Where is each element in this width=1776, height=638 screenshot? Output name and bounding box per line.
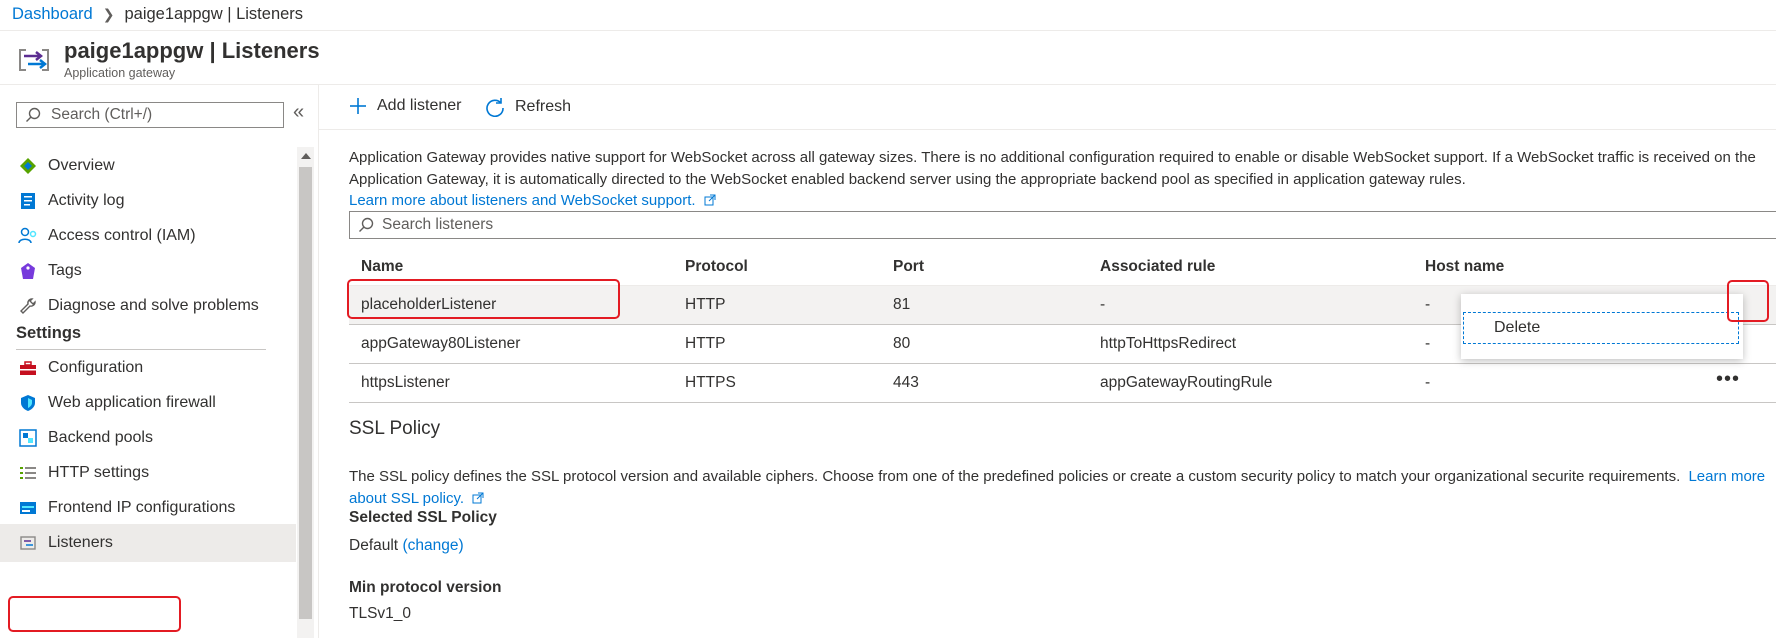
highlight-more-actions — [1727, 280, 1769, 322]
sidebar-item-diagnose[interactable]: Diagnose and solve problems — [0, 287, 296, 325]
sidebar-item-label: Activity log — [48, 192, 125, 209]
search-icon — [359, 217, 374, 232]
list-settings-icon — [18, 463, 38, 483]
column-header-protocol[interactable]: Protocol — [673, 249, 881, 286]
cell-port: 80 — [881, 324, 1088, 364]
cell-rule: appGatewayRoutingRule — [1088, 363, 1413, 403]
wrench-icon — [18, 296, 38, 316]
application-gateway-icon — [19, 48, 49, 72]
websocket-learn-more-link[interactable]: Learn more about listeners and WebSocket… — [349, 192, 696, 209]
sidebar-item-configuration[interactable]: Configuration — [0, 349, 296, 387]
sidebar-search-input[interactable]: Search (Ctrl+/) — [16, 102, 284, 128]
overview-icon — [18, 156, 38, 176]
sidebar-item-label: Listeners — [48, 534, 113, 551]
scrollbar-thumb[interactable] — [299, 167, 312, 619]
sidebar-item-label: Diagnose and solve problems — [48, 297, 259, 314]
change-ssl-policy-link[interactable]: (change) — [402, 537, 463, 554]
row-context-menu: Delete — [1461, 294, 1743, 359]
breadcrumb: Dashboard ❯ paige1appgw | Listeners — [12, 5, 303, 24]
cell-name[interactable]: httpsListener — [349, 363, 673, 403]
sidebar-item-label: Tags — [48, 262, 82, 279]
sidebar-item-listeners[interactable]: Listeners — [0, 524, 296, 562]
sidebar-item-access-control[interactable]: Access control (IAM) — [0, 217, 296, 255]
add-listener-button[interactable]: Add listener — [349, 97, 462, 115]
highlight-listeners-nav — [8, 596, 181, 632]
delete-menu-item[interactable]: Delete — [1463, 312, 1739, 344]
cell-rule: httpToHttpsRedirect — [1088, 324, 1413, 364]
table-row[interactable]: httpsListener HTTPS 443 appGatewayRoutin… — [349, 363, 1776, 403]
main-content: Add listener Refresh Application Gateway… — [319, 85, 1776, 638]
cell-port: 81 — [881, 285, 1088, 325]
cell-name[interactable]: appGateway80Listener — [349, 324, 673, 364]
page-header: paige1appgw | Listeners Application gate… — [16, 36, 320, 80]
scroll-up-icon[interactable] — [301, 153, 311, 159]
search-icon — [26, 107, 41, 122]
column-header-associated-rule[interactable]: Associated rule — [1088, 249, 1413, 286]
iam-icon — [18, 226, 38, 246]
column-header-port[interactable]: Port — [881, 249, 1088, 286]
column-header-host-name[interactable]: Host name — [1413, 249, 1776, 286]
sidebar-item-overview[interactable]: Overview — [0, 147, 296, 185]
toolbox-icon — [18, 358, 38, 378]
ssl-policy-description: The SSL policy defines the SSL protocol … — [349, 466, 1769, 509]
backend-pools-icon — [18, 428, 38, 448]
more-actions-button[interactable]: ••• — [1716, 368, 1740, 391]
sidebar-item-waf[interactable]: Web application firewall — [0, 384, 296, 422]
chevron-right-icon: ❯ — [102, 6, 115, 22]
page-subtitle: Application gateway — [64, 66, 176, 80]
cell-protocol: HTTP — [673, 285, 881, 325]
sidebar-item-tags[interactable]: Tags — [0, 252, 296, 290]
sidebar-scrollbar[interactable] — [297, 147, 314, 638]
websocket-info: Application Gateway provides native supp… — [349, 147, 1776, 212]
websocket-info-text: Application Gateway provides native supp… — [349, 149, 1756, 188]
listener-icon — [18, 533, 38, 553]
sidebar-item-backend-pools[interactable]: Backend pools — [0, 419, 296, 457]
divider — [0, 30, 1776, 31]
search-listeners-placeholder: Search listeners — [382, 216, 494, 233]
frontend-ip-icon — [18, 498, 38, 518]
shield-icon — [18, 393, 38, 413]
sidebar-item-label: HTTP settings — [48, 464, 150, 481]
sidebar: Search (Ctrl+/) « Overview Activity log … — [0, 85, 319, 638]
cell-port: 443 — [881, 363, 1088, 403]
selected-ssl-policy-label: Selected SSL Policy — [349, 509, 497, 526]
command-bar: Add listener Refresh — [319, 85, 1776, 130]
activity-log-icon — [18, 191, 38, 211]
add-listener-label: Add listener — [377, 97, 462, 114]
plus-icon — [350, 98, 366, 114]
selected-ssl-policy-text: Default — [349, 537, 399, 554]
external-link-icon — [472, 492, 484, 503]
sidebar-item-label: Overview — [48, 157, 115, 174]
breadcrumb-dashboard-link[interactable]: Dashboard — [12, 5, 93, 24]
refresh-icon — [486, 98, 504, 117]
ssl-policy-heading: SSL Policy — [349, 418, 441, 439]
refresh-button[interactable]: Refresh — [485, 97, 571, 117]
cell-protocol: HTTP — [673, 324, 881, 364]
sidebar-item-label: Web application firewall — [48, 394, 216, 411]
selected-ssl-policy-value: Default (change) — [349, 537, 464, 555]
settings-section-title: Settings — [16, 324, 82, 342]
sidebar-item-http-settings[interactable]: HTTP settings — [0, 454, 296, 492]
highlight-placeholder-listener — [347, 279, 620, 319]
sidebar-item-label: Backend pools — [48, 429, 153, 446]
sidebar-item-label: Access control (IAM) — [48, 227, 196, 244]
sidebar-item-activity-log[interactable]: Activity log — [0, 182, 296, 220]
min-protocol-version-label: Min protocol version — [349, 579, 502, 596]
ssl-policy-description-text: The SSL policy defines the SSL protocol … — [349, 468, 1681, 485]
cell-protocol: HTTPS — [673, 363, 881, 403]
sidebar-item-frontend-ip[interactable]: Frontend IP configurations — [0, 489, 296, 527]
cell-rule: - — [1088, 285, 1413, 325]
search-listeners-input[interactable]: Search listeners — [349, 211, 1776, 239]
sidebar-search-placeholder: Search (Ctrl+/) — [51, 106, 153, 123]
tag-icon — [18, 261, 38, 281]
refresh-label: Refresh — [515, 98, 572, 115]
min-protocol-version-value: TLSv1_0 — [349, 605, 412, 622]
external-link-icon — [704, 194, 716, 206]
sidebar-item-label: Frontend IP configurations — [48, 499, 236, 516]
breadcrumb-current: paige1appgw | Listeners — [124, 5, 304, 23]
sidebar-item-label: Configuration — [48, 359, 144, 376]
collapse-sidebar-icon[interactable]: « — [293, 101, 304, 124]
page-title: paige1appgw | Listeners — [64, 38, 320, 63]
